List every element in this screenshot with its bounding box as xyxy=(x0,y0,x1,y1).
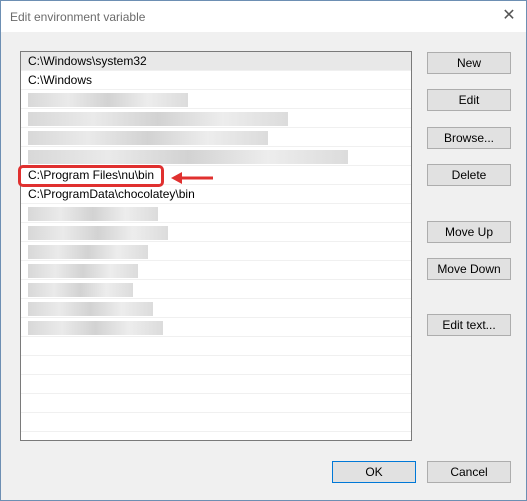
path-text: C:\Windows xyxy=(28,73,93,87)
list-item[interactable] xyxy=(21,394,411,413)
new-button[interactable]: New xyxy=(427,52,511,74)
redacted-text xyxy=(28,301,153,316)
annotation-arrow-icon xyxy=(171,172,213,184)
list-item-redacted[interactable] xyxy=(21,223,411,242)
list-item-redacted[interactable] xyxy=(21,90,411,109)
title-bar: Edit environment variable ✕ xyxy=(1,1,526,32)
redacted-text xyxy=(28,206,158,221)
path-text: C:\ProgramData\chocolatey\bin xyxy=(28,187,195,201)
move-up-button[interactable]: Move Up xyxy=(427,221,511,243)
list-item[interactable]: C:\Windows xyxy=(21,71,411,90)
edit-button[interactable]: Edit xyxy=(427,89,511,111)
redacted-text xyxy=(28,111,288,126)
list-item-redacted[interactable] xyxy=(21,299,411,318)
cancel-button[interactable]: Cancel xyxy=(427,461,511,483)
list-item[interactable] xyxy=(21,432,411,440)
list-item-redacted[interactable] xyxy=(21,242,411,261)
list-item-redacted[interactable] xyxy=(21,147,411,166)
redacted-text xyxy=(28,263,138,278)
path-text: C:\Windows\system32 xyxy=(28,54,147,68)
delete-button[interactable]: Delete xyxy=(427,164,511,186)
list-item[interactable]: C:\Windows\system32 xyxy=(21,52,411,71)
move-down-button[interactable]: Move Down xyxy=(427,258,511,280)
ok-button[interactable]: OK xyxy=(332,461,416,483)
highlight-box xyxy=(18,165,164,187)
redacted-text xyxy=(28,92,188,107)
list-item[interactable] xyxy=(21,337,411,356)
list-item-redacted[interactable] xyxy=(21,109,411,128)
redacted-text xyxy=(28,225,168,240)
close-icon[interactable]: ✕ xyxy=(498,5,520,27)
edit-env-variable-dialog: Edit environment variable ✕ C:\Windows\s… xyxy=(0,0,527,501)
list-item[interactable] xyxy=(21,375,411,394)
browse-button[interactable]: Browse... xyxy=(427,127,511,149)
redacted-text xyxy=(28,282,133,297)
list-item[interactable] xyxy=(21,356,411,375)
list-item[interactable]: C:\ProgramData\chocolatey\bin xyxy=(21,185,411,204)
list-item-redacted[interactable] xyxy=(21,204,411,223)
dialog-title: Edit environment variable xyxy=(10,10,146,24)
list-item-redacted[interactable] xyxy=(21,128,411,147)
redacted-text xyxy=(28,149,348,164)
redacted-text xyxy=(28,320,163,335)
redacted-text xyxy=(28,244,148,259)
list-item-redacted[interactable] xyxy=(21,318,411,337)
list-item-redacted[interactable] xyxy=(21,261,411,280)
edit-text-button[interactable]: Edit text... xyxy=(427,314,511,336)
list-item-redacted[interactable] xyxy=(21,280,411,299)
redacted-text xyxy=(28,130,268,145)
list-item[interactable] xyxy=(21,413,411,432)
path-list[interactable]: C:\Windows\system32 C:\Windows C:\Progra… xyxy=(20,51,412,441)
